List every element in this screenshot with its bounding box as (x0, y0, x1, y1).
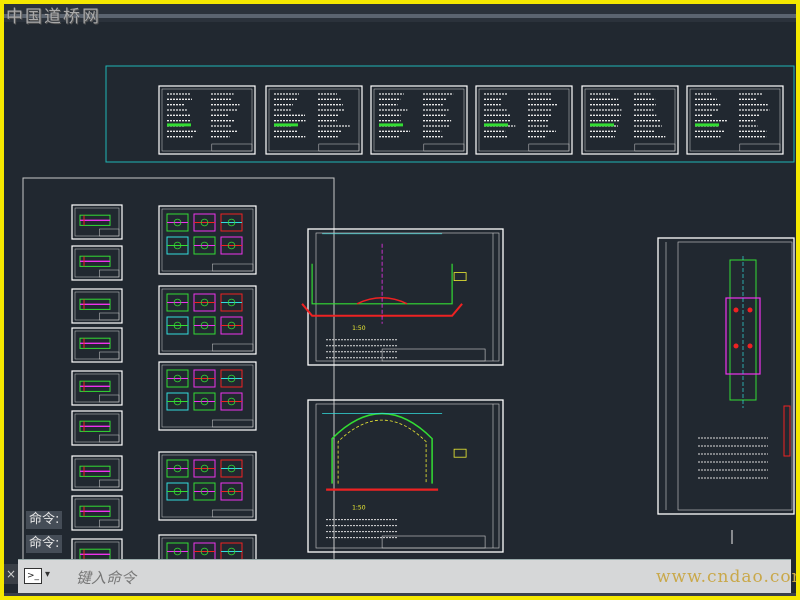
command-history-line-1: 命令: (26, 511, 63, 529)
top-toolbar: 中国道桥网 (4, 4, 796, 27)
small-sheet-3-inner-border (74, 291, 120, 321)
small-sheet-2-inner-border (74, 248, 120, 278)
spec-sheet-4-inner-border (478, 88, 570, 152)
spec-sheet-5-inner-border (584, 88, 676, 152)
spec-sheet-2-inner-border (268, 88, 360, 152)
small-sheet-7-title-block (99, 479, 120, 488)
small-sheet-8-title-block (99, 519, 120, 528)
detail-sheet-1-inner-border (161, 208, 254, 272)
spec-sheet-3-note-highlight (379, 123, 403, 127)
detail-sheet-4-inner-border (161, 454, 254, 518)
spec-sheet-3-title-block (423, 143, 465, 152)
spec-sheet-4-title-block (528, 143, 570, 152)
detail-sheet-1-title-block (212, 263, 254, 272)
close-icon[interactable]: × (4, 564, 18, 584)
detail-sheet-4-title-block (212, 509, 254, 518)
watermark-bottom: www.cndao.com (656, 567, 796, 587)
spec-sheet-6-title-block (739, 143, 781, 152)
chevron-down-icon: ▾ (45, 569, 51, 580)
small-sheet-2-title-block (99, 269, 120, 278)
drawing-canvas[interactable]: 1:50 1:50 (4, 22, 796, 596)
status-strip (4, 593, 796, 596)
spec-sheet-1-note-highlight (167, 123, 191, 127)
cad-window: 中国道桥网 1:50 1:50 命令: 命令: × >_ ▾ www.cndao.… (4, 4, 796, 596)
small-sheet-5-title-block (99, 394, 120, 403)
small-sheet-7-inner-border (74, 458, 120, 488)
small-sheet-4-inner-border (74, 330, 120, 360)
spec-sheet-1-title-block (211, 143, 253, 152)
spec-sheet-4-note-highlight (484, 123, 508, 127)
spec-sheet-5-note-highlight (590, 123, 614, 127)
detail-sheet-3-inner-border (161, 364, 254, 428)
spec-sheet-1-inner-border (161, 88, 253, 152)
rebar-point (733, 343, 739, 349)
small-sheet-3-title-block (99, 312, 120, 321)
spec-sheet-6-inner-border (689, 88, 781, 152)
spec-sheet-5-title-block (634, 143, 676, 152)
section-sheet-top-scale-label: 1:50 (352, 325, 366, 332)
section-sheet-bottom-arch-inner (337, 419, 427, 484)
section-sheet-bottom-inner-border (315, 403, 500, 549)
section-sheet-bottom-detail-mark (453, 448, 467, 458)
model-space[interactable]: 1:50 1:50 (4, 22, 796, 596)
section-sheet-bottom-title-block (381, 535, 486, 549)
section-sheet-top-detail-mark (453, 272, 467, 282)
terminal-icon: >_ (24, 568, 42, 584)
rebar-point (747, 343, 753, 349)
detail-sheet-3-title-block (212, 419, 254, 428)
section-sheet-top-inner-border (315, 232, 500, 362)
small-sheet-8-inner-border (74, 498, 120, 528)
small-sheet-1-title-block (99, 228, 120, 237)
small-sheet-6-title-block (99, 434, 120, 443)
section-sheet-top-title-block (381, 348, 486, 362)
command-prompt-button[interactable]: >_ ▾ (24, 567, 60, 587)
small-sheet-5-inner-border (74, 373, 120, 403)
detail-sheet-2-title-block (212, 343, 254, 352)
command-history-line-2: 命令: (26, 535, 63, 553)
section-sheet-bottom-arch-outline (331, 412, 433, 484)
column-detail-sheet (657, 237, 795, 515)
section-sheet-top (307, 228, 504, 366)
selection-window (105, 65, 795, 163)
spec-sheet-2-title-block (318, 143, 360, 152)
rebar-point (747, 307, 753, 313)
section-sheet-bottom-scale-label: 1:50 (352, 505, 366, 512)
spec-sheet-6-note-highlight (695, 123, 719, 127)
section-sheet-bottom (307, 399, 504, 553)
command-input[interactable] (74, 566, 638, 590)
ribbon-strip (4, 14, 796, 18)
rebar-point (733, 307, 739, 313)
spec-sheet-2-note-highlight (274, 123, 298, 127)
legend-box (783, 405, 791, 457)
small-sheet-4-title-block (99, 351, 120, 360)
spec-sheet-3-inner-border (373, 88, 465, 152)
small-sheet-6-inner-border (74, 413, 120, 443)
detail-sheet-2-inner-border (161, 288, 254, 352)
small-sheet-1-inner-border (74, 207, 120, 237)
